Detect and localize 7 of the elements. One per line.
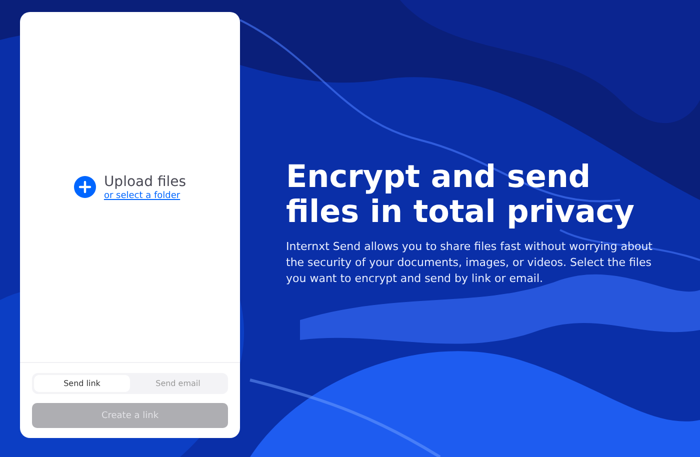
send-mode-tab[interactable]: Send link (34, 375, 130, 392)
select-folder-link[interactable]: or select a folder (104, 190, 186, 200)
headline: Encrypt and send files in total privacy (286, 160, 636, 230)
description: Internxt Send allows you to share files fast without worrying about the security of your documents, images, or videos. Select the files you want to encrypt and send by link or email. (286, 239, 654, 287)
send-mode-tab[interactable]: Send email (130, 375, 226, 392)
add-icon[interactable] (74, 176, 96, 198)
upload-title: Upload files (104, 174, 186, 190)
